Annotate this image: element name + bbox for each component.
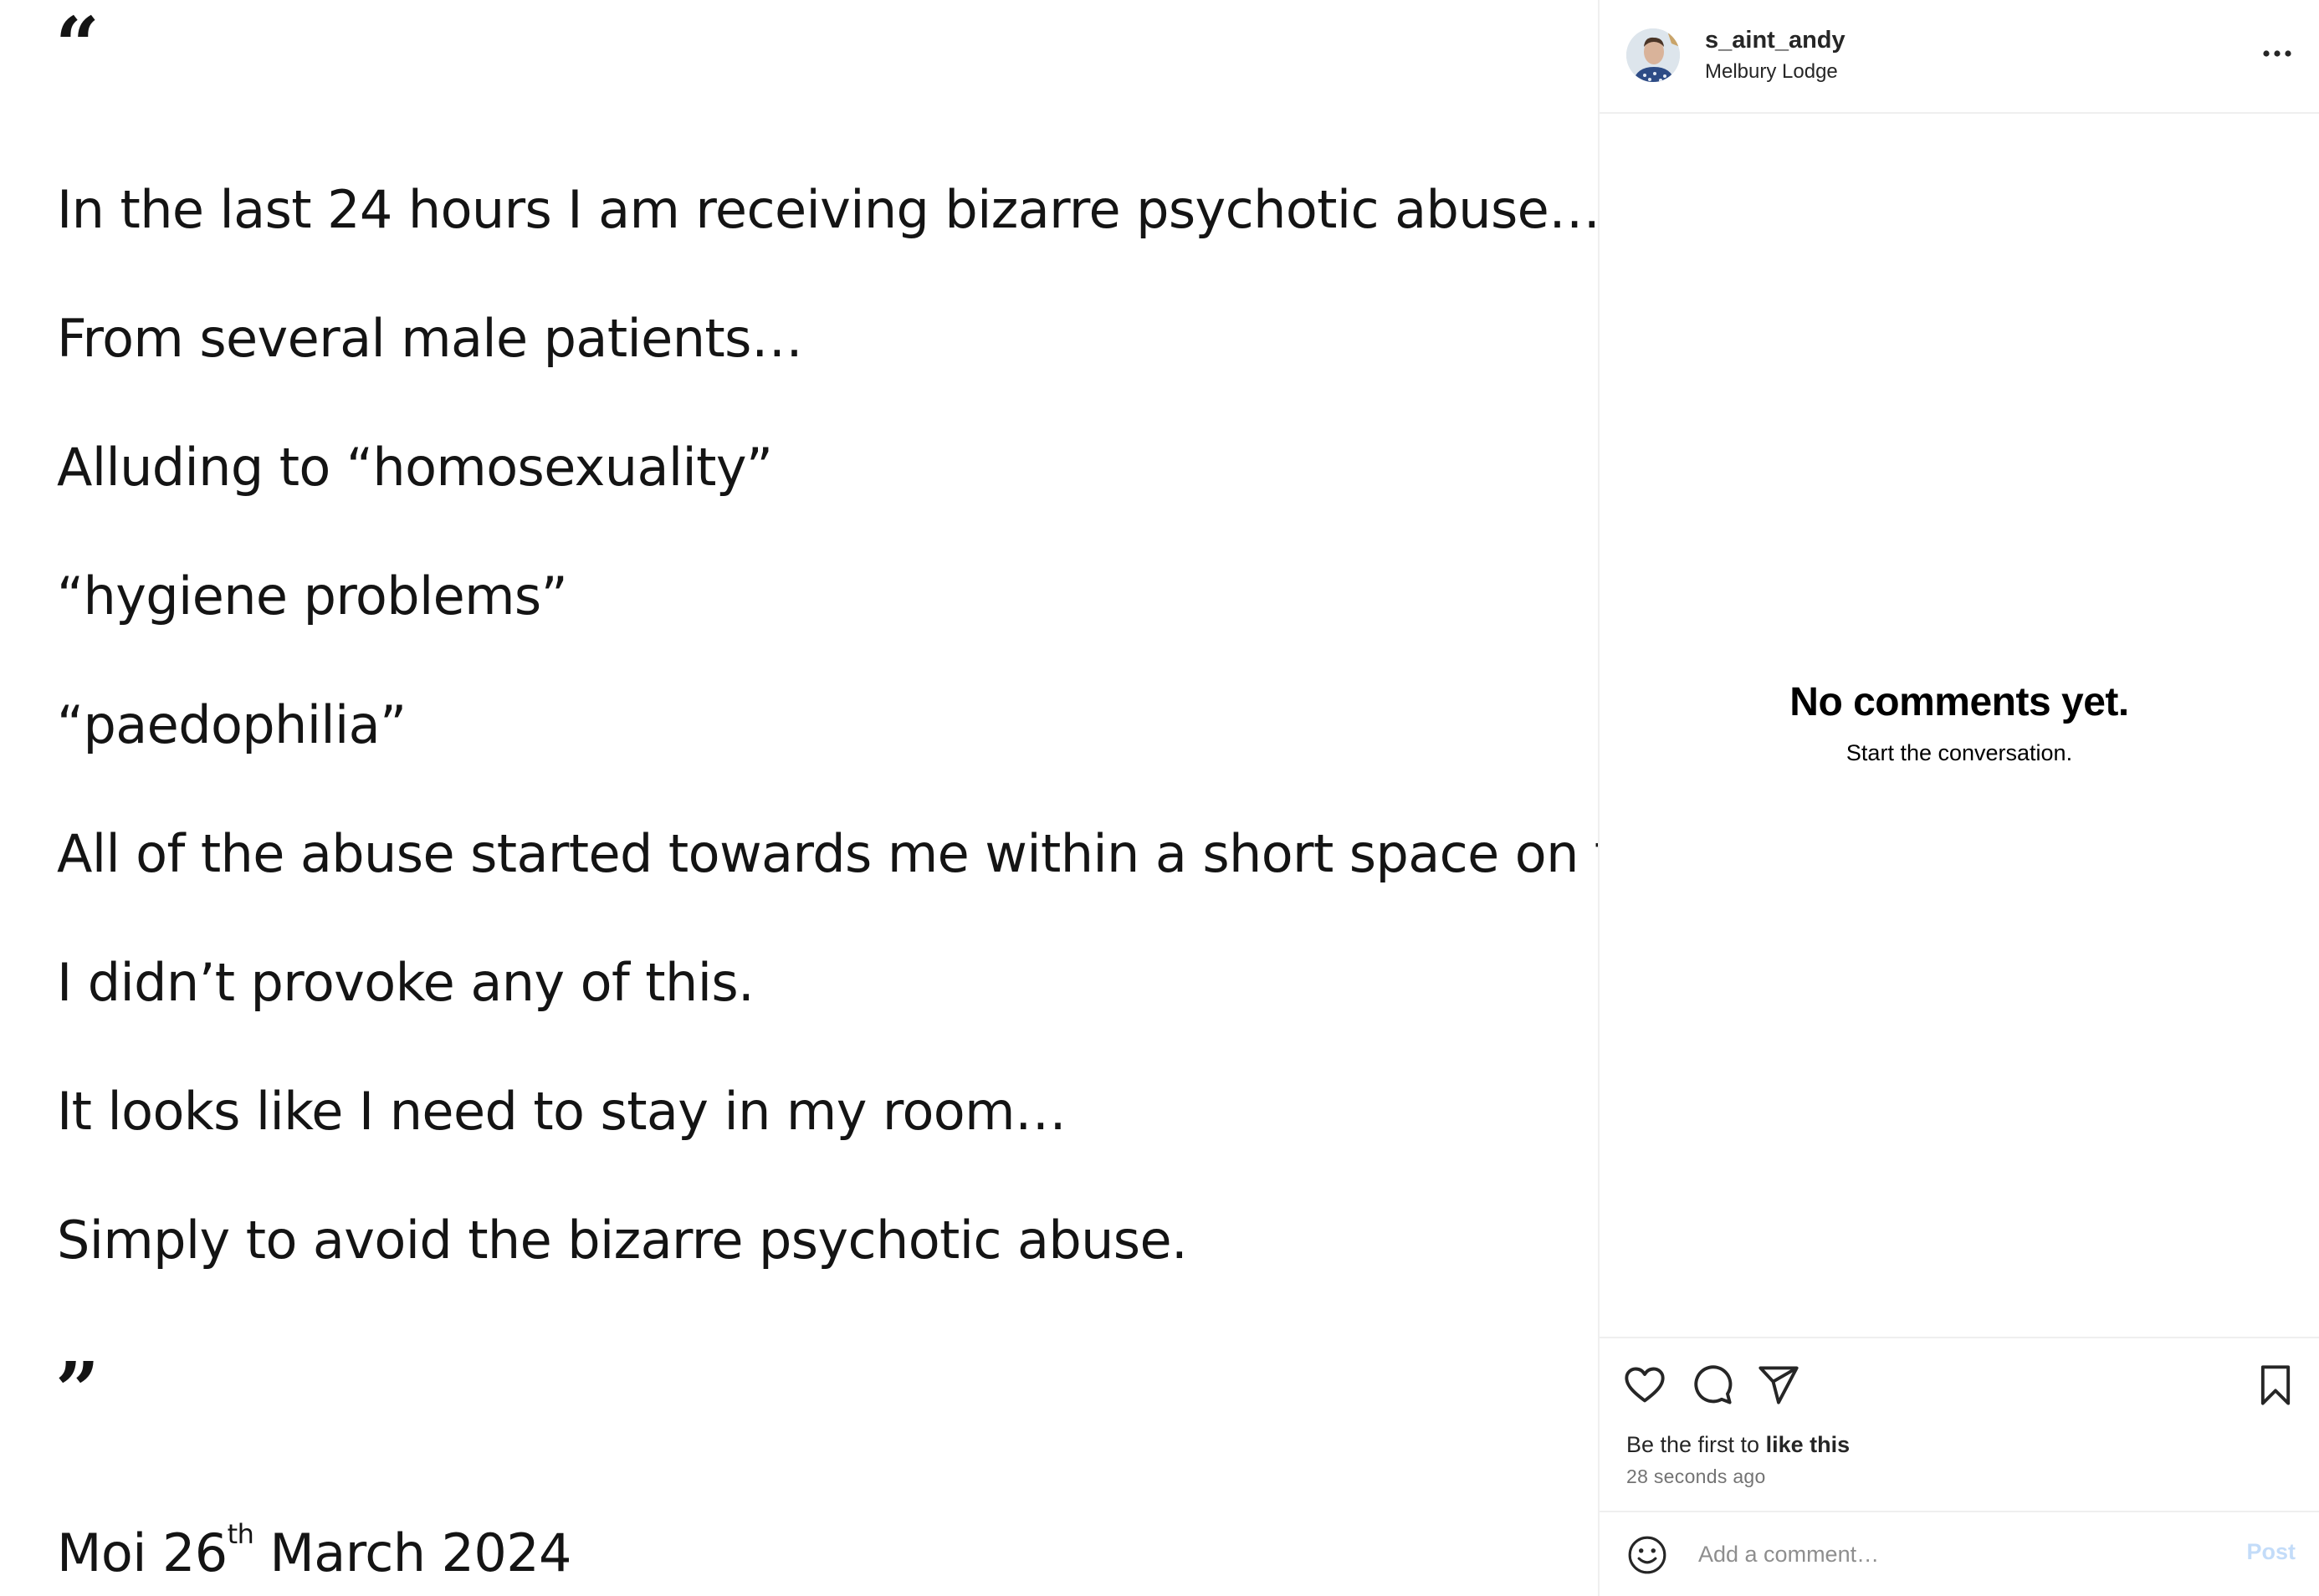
comment-bar: Post [1600,1511,2319,1596]
more-horizontal-icon [2263,50,2291,57]
like-this-link[interactable]: like this [1766,1432,1851,1457]
post-viewer: “ In the last 24 hours I am receiving bi… [0,0,2319,1596]
username[interactable]: s_aint_andy [1705,27,1845,54]
avatar[interactable] [1626,28,1680,82]
post-timestamp[interactable]: 28 seconds ago [1626,1466,1766,1488]
quote-line: I didn’t provoke any of this. [57,952,755,1013]
comment-input[interactable] [1698,1531,2150,1578]
location[interactable]: Melbury Lodge [1705,60,1838,84]
quote-line: “hygiene problems” [57,565,568,627]
comment-icon[interactable] [1690,1363,1733,1407]
quote-line: From several male patients… [57,308,803,369]
likes-prefix: Be the first to [1626,1432,1766,1457]
more-options-button[interactable] [2254,37,2301,70]
avatar-image [1626,28,1680,82]
open-quote-mark: “ [55,0,100,90]
empty-comments-subtitle: Start the conversation. [1845,740,2073,765]
post-image: “ In the last 24 hours I am receiving bi… [0,0,1598,1596]
emoji-icon[interactable] [1626,1534,1668,1576]
comments-empty-state: No comments yet. Start the conversation. [1600,679,2319,766]
post-comment-button[interactable]: Post [2246,1539,2296,1565]
quote-line: All of the abuse started towards me with… [57,823,1598,884]
post-header: s_aint_andy Melbury Lodge [1600,0,2319,114]
quote-line: In the last 24 hours I am receiving biza… [57,179,1598,240]
empty-comments-title: No comments yet. [1789,680,2129,724]
signature-date: Moi 26th March 2024 [57,1521,572,1579]
share-icon[interactable] [1757,1363,1800,1407]
signature-rest: March 2024 [253,1522,571,1583]
quote-line: It looks like I need to stay in my room… [57,1081,1067,1142]
side-panel: s_aint_andy Melbury Lodge No comments ye… [1598,0,2319,1596]
signature-ordinal: th [227,1518,254,1550]
likes-summary: Be the first to like this [1626,1432,1850,1458]
quote-line: “paedophilia” [57,694,407,755]
quote-line: Alluding to “homosexuality” [57,437,773,498]
bookmark-icon[interactable] [2254,1363,2297,1407]
post-actions: Be the first to like this 28 seconds ago [1600,1337,2319,1511]
signature-prefix: Moi 26 [57,1522,228,1583]
heart-icon[interactable] [1623,1363,1666,1407]
quote-line: Simply to avoid the bizarre psychotic ab… [57,1210,1188,1271]
close-quote-mark: ” [55,1345,100,1435]
